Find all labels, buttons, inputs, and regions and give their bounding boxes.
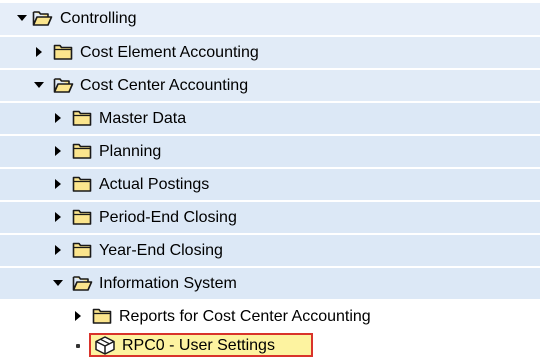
folder-icon	[72, 176, 92, 192]
folder-icon	[72, 209, 92, 225]
tree-node-controlling[interactable]: Controlling	[0, 3, 540, 36]
tree-node-label[interactable]: Information System	[99, 275, 237, 293]
leaf-bullet-icon	[76, 344, 80, 348]
tree-node-information-system[interactable]: Information System	[0, 268, 540, 300]
tree-node-label[interactable]: Reports for Cost Center Accounting	[119, 308, 371, 326]
folder-icon	[53, 44, 73, 60]
expanded-arrow-icon[interactable]	[16, 12, 28, 24]
tree-node-cost-element-accounting[interactable]: Cost Element Accounting	[0, 37, 540, 69]
folder-icon	[92, 308, 112, 324]
collapsed-arrow-icon[interactable]	[72, 310, 84, 322]
menu-tree: Controlling Cost Element Accounting Cost…	[0, 0, 540, 363]
tree-node-label[interactable]: Master Data	[99, 110, 186, 128]
tree-node-period-end-closing[interactable]: Period-End Closing	[0, 202, 540, 234]
folder-icon	[72, 110, 92, 126]
collapsed-arrow-icon[interactable]	[52, 112, 64, 124]
tree-node-label[interactable]: Planning	[99, 143, 161, 161]
folder-icon	[72, 242, 92, 258]
tree-node-label[interactable]: Year-End Closing	[99, 242, 223, 260]
tree-node-label[interactable]: RPC0 - User Settings	[122, 337, 275, 355]
collapsed-arrow-icon[interactable]	[52, 145, 64, 157]
collapsed-arrow-icon[interactable]	[52, 178, 64, 190]
folder-icon	[72, 143, 92, 159]
tree-node-master-data[interactable]: Master Data	[0, 103, 540, 135]
tree-node-label[interactable]: Actual Postings	[99, 176, 209, 194]
tree-node-label[interactable]: Cost Center Accounting	[80, 77, 248, 95]
tree-node-label[interactable]: Controlling	[60, 10, 136, 28]
collapsed-arrow-icon[interactable]	[33, 46, 45, 58]
tree-node-cost-center-accounting[interactable]: Cost Center Accounting	[0, 70, 540, 102]
tree-node-rpc0-user-settings[interactable]: RPC0 - User Settings	[0, 330, 540, 362]
folder-open-icon	[32, 11, 53, 26]
transaction-cube-icon	[95, 336, 115, 355]
folder-open-icon	[53, 78, 74, 93]
collapsed-arrow-icon[interactable]	[52, 244, 64, 256]
expanded-arrow-icon[interactable]	[33, 79, 45, 91]
tree-node-actual-postings[interactable]: Actual Postings	[0, 169, 540, 201]
expanded-arrow-icon[interactable]	[52, 277, 64, 289]
tree-node-year-end-closing[interactable]: Year-End Closing	[0, 235, 540, 267]
collapsed-arrow-icon[interactable]	[52, 211, 64, 223]
tree-node-label[interactable]: Period-End Closing	[99, 209, 237, 227]
folder-open-icon	[72, 276, 93, 291]
tree-node-planning[interactable]: Planning	[0, 136, 540, 168]
tree-node-label[interactable]: Cost Element Accounting	[80, 44, 259, 62]
tree-node-reports-for-cost-center-accounting[interactable]: Reports for Cost Center Accounting	[0, 301, 540, 333]
